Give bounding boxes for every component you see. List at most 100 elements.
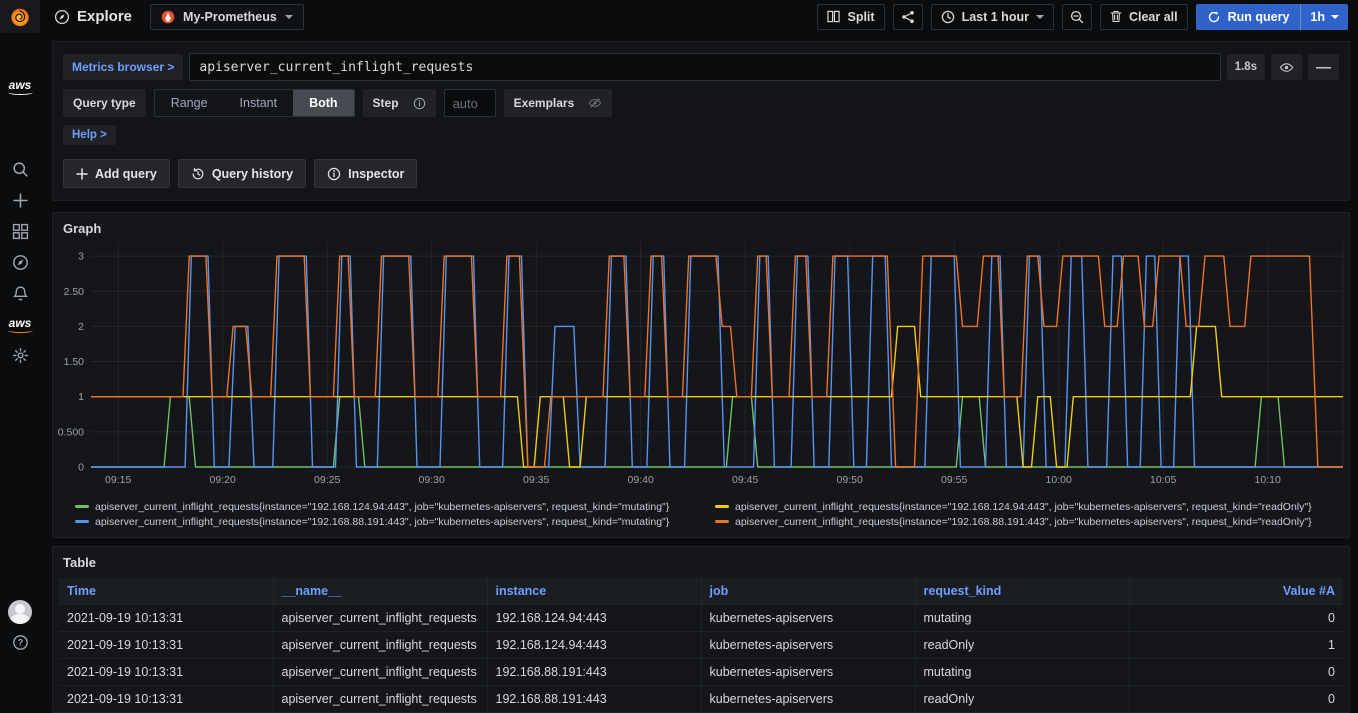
chevron-down-icon (1331, 15, 1339, 19)
datasource-picker[interactable]: My-Prometheus (150, 4, 304, 30)
table-cell: 192.168.88.191:443 (487, 686, 701, 713)
query-type-range[interactable]: Range (155, 90, 224, 116)
svg-text:09:50: 09:50 (837, 474, 863, 486)
query-type-instant[interactable]: Instant (224, 90, 294, 116)
legend-series-label: apiserver_current_inflight_requests{inst… (95, 516, 669, 528)
legend-series-color (715, 520, 729, 523)
aws-logo-icon: aws (9, 79, 32, 95)
clock-icon (941, 10, 955, 24)
sidebar-item-create[interactable] (0, 185, 40, 216)
sidebar-item-help[interactable]: ? (0, 627, 40, 658)
sidebar-item-explore[interactable] (0, 247, 40, 278)
step-input[interactable] (444, 89, 496, 117)
time-series-chart[interactable]: 00.50011.5022.50309:1509:2009:2509:3009:… (53, 240, 1349, 497)
eye-icon (1279, 60, 1294, 75)
grafana-logo[interactable] (0, 0, 40, 33)
info-circle-icon (327, 167, 341, 181)
table-cell: 1 (1129, 632, 1343, 659)
zoom-out-button[interactable] (1062, 4, 1092, 30)
trash-icon (1110, 10, 1122, 23)
table-cell: 192.168.88.191:443 (487, 659, 701, 686)
query-input[interactable] (189, 53, 1220, 81)
sidebar-item-profile[interactable] (0, 596, 40, 627)
svg-text:10:00: 10:00 (1046, 474, 1072, 486)
split-button[interactable]: Split (817, 4, 884, 30)
svg-text:3: 3 (78, 251, 84, 263)
dashboards-grid-icon (12, 223, 29, 240)
svg-text:2: 2 (78, 321, 84, 333)
table-cell: kubernetes-apiservers (701, 659, 915, 686)
legend-series-color (75, 505, 89, 508)
table-column-header[interactable]: job (701, 578, 915, 605)
query-exec-time-badge: 1.8s (1227, 54, 1265, 80)
query-type-both[interactable]: Both (293, 90, 353, 116)
svg-text:2.50: 2.50 (64, 286, 85, 298)
share-button[interactable] (893, 4, 923, 30)
explore-compass-icon (12, 254, 29, 271)
sidebar-item-alerting[interactable] (0, 278, 40, 309)
zoom-out-icon (1070, 10, 1084, 24)
table-cell: apiserver_current_inflight_requests (273, 686, 487, 713)
table-cell: 0 (1129, 659, 1343, 686)
table-row: 2021-09-19 10:13:31apiserver_current_inf… (59, 659, 1343, 686)
add-query-button[interactable]: Add query (63, 159, 170, 188)
run-query-interval-dropdown[interactable]: 1h (1300, 4, 1348, 30)
svg-text:09:20: 09:20 (210, 474, 236, 486)
table-cell: apiserver_current_inflight_requests (273, 605, 487, 632)
plus-icon (12, 192, 29, 209)
left-sidebar: aws aws (0, 33, 40, 666)
remove-query-button[interactable]: — (1308, 54, 1339, 80)
table-column-header[interactable]: Time (59, 578, 273, 605)
history-icon (191, 167, 205, 181)
chevron-down-icon (285, 15, 293, 19)
help-button[interactable]: Help > (63, 125, 116, 145)
table-column-header[interactable]: Value #A (1129, 578, 1343, 605)
chevron-down-icon (1036, 15, 1044, 19)
sidebar-item-aws-plugin[interactable]: aws (0, 309, 40, 340)
table-row: 2021-09-19 10:13:31apiserver_current_inf… (59, 686, 1343, 713)
table-column-header[interactable]: request_kind (915, 578, 1129, 605)
series-line[interactable] (91, 326, 1343, 467)
legend-item[interactable]: apiserver_current_inflight_requests{inst… (715, 514, 1312, 529)
time-range-picker[interactable]: Last 1 hour (931, 4, 1054, 30)
table-column-header[interactable]: __name__ (273, 578, 487, 605)
sidebar-item-search[interactable] (0, 154, 40, 185)
sidebar-item-aws-home[interactable]: aws (0, 71, 40, 102)
svg-text:09:25: 09:25 (314, 474, 340, 486)
aws-orange-logo-icon: aws (9, 317, 32, 333)
sidebar-item-dashboards[interactable] (0, 216, 40, 247)
prometheus-icon (161, 10, 175, 24)
table-cell: 192.168.124.94:443 (487, 632, 701, 659)
toggle-visibility-button[interactable] (1271, 54, 1302, 80)
table-cell: 2021-09-19 10:13:31 (59, 686, 273, 713)
table-column-header[interactable]: instance (487, 578, 701, 605)
svg-text:10:05: 10:05 (1150, 474, 1176, 486)
bell-icon (12, 285, 29, 302)
svg-text:10:10: 10:10 (1255, 474, 1281, 486)
step-label: Step (363, 89, 436, 117)
results-table: Time__name__instancejobrequest_kindValue… (59, 578, 1343, 712)
legend-item[interactable]: apiserver_current_inflight_requests{inst… (715, 499, 1312, 514)
table-cell: 2021-09-19 10:13:31 (59, 632, 273, 659)
query-history-button[interactable]: Query history (178, 159, 306, 188)
svg-text:1: 1 (78, 391, 84, 403)
split-columns-icon (827, 10, 840, 23)
datasource-name: My-Prometheus (183, 10, 277, 24)
svg-text:0.500: 0.500 (58, 426, 84, 438)
metrics-browser-button[interactable]: Metrics browser > (63, 54, 183, 80)
run-query-button[interactable]: Run query 1h (1196, 4, 1348, 30)
inspector-button[interactable]: Inspector (314, 159, 417, 188)
svg-text:1.50: 1.50 (64, 356, 85, 368)
share-icon (901, 10, 915, 24)
svg-text:09:45: 09:45 (732, 474, 758, 486)
top-navbar: Explore My-Prometheus Split (0, 0, 1358, 33)
legend-item[interactable]: apiserver_current_inflight_requests{inst… (75, 514, 715, 529)
graph-legend: apiserver_current_inflight_requests{inst… (53, 497, 1349, 537)
table-panel: Table Time__name__instancejobrequest_kin… (52, 546, 1350, 713)
table-cell: kubernetes-apiservers (701, 632, 915, 659)
clear-all-button[interactable]: Clear all (1100, 4, 1188, 30)
sidebar-item-configuration[interactable] (0, 340, 40, 371)
legend-item[interactable]: apiserver_current_inflight_requests{inst… (75, 499, 715, 514)
table-cell: 2021-09-19 10:13:31 (59, 659, 273, 686)
query-type-label: Query type (63, 89, 146, 117)
